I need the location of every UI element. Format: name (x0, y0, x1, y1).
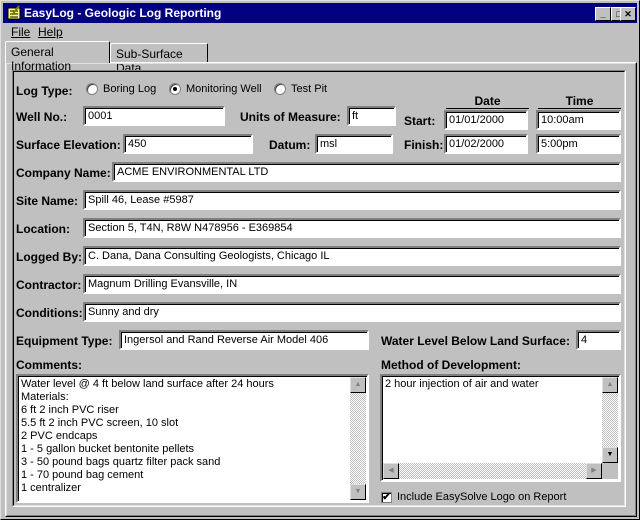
units-of-measure-label: Units of Measure: (240, 110, 341, 124)
surface-elevation-label: Surface Elevation: (16, 138, 121, 152)
method-of-development-label: Method of Development: (381, 358, 521, 372)
minimize-icon: _ (600, 9, 606, 19)
location-label: Location: (16, 222, 70, 236)
radio-test-pit[interactable]: Test Pit (274, 83, 327, 96)
include-logo-label: Include EasySolve Logo on Report (397, 491, 567, 503)
checkbox-checked-icon: ✔ (381, 491, 392, 503)
log-type-label: Log Type: (16, 84, 73, 98)
units-of-measure-input[interactable]: ft (347, 106, 396, 126)
logged-by-input[interactable]: C. Dana, Dana Consulting Geologists, Chi… (83, 246, 621, 266)
radio-circle (274, 83, 286, 96)
company-name-label: Company Name: (16, 166, 111, 180)
method-horizontal-scrollbar[interactable]: ◀ ▶ (383, 463, 602, 479)
scroll-up-button[interactable]: ▲ (350, 377, 366, 393)
close-button[interactable]: ✕ (620, 7, 636, 21)
radio-circle-selected (169, 83, 181, 96)
comments-textarea[interactable]: Water level @ 4 ft below land surface af… (16, 374, 369, 503)
datum-label: Datum: (269, 138, 311, 152)
time-column-header: Time (538, 94, 621, 109)
well-no-input[interactable]: 0001 (83, 106, 225, 126)
scroll-up-button[interactable]: ▲ (602, 377, 618, 393)
date-column-header: Date (446, 94, 529, 109)
start-time-input[interactable]: 10:00am (536, 110, 621, 130)
menu-file[interactable]: File (11, 25, 30, 39)
comments-text: Water level @ 4 ft below land surface af… (21, 378, 274, 494)
method-of-development-text: 2 hour injection of air and water (385, 378, 539, 390)
finish-date-input[interactable]: 01/02/2000 (444, 134, 528, 154)
notebook-app-icon (7, 5, 21, 20)
window-title: EasyLog - Geologic Log Reporting (24, 6, 222, 20)
scroll-right-icon: ▶ (591, 467, 597, 474)
conditions-input[interactable]: Sunny and dry (83, 302, 621, 322)
well-no-label: Well No.: (16, 110, 68, 124)
app-window: EasyLog - Geologic Log Reporting _ □ ✕ F… (0, 0, 640, 520)
start-label: Start: (404, 114, 436, 128)
menu-help[interactable]: Help (38, 25, 63, 39)
radio-circle (86, 83, 98, 96)
water-level-label: Water Level Below Land Surface: (381, 334, 570, 348)
scroll-up-icon: ▲ (606, 381, 614, 388)
menu-bar: File Help (3, 23, 637, 41)
contractor-label: Contractor: (16, 278, 82, 292)
finish-label: Finish: (404, 138, 444, 152)
company-name-input[interactable]: ACME ENVIRONMENTAL LTD (112, 162, 621, 182)
radio-monitoring-well[interactable]: Monitoring Well (169, 83, 262, 96)
method-of-development-textarea[interactable]: 2 hour injection of air and water ▲ ▼ ◀ … (380, 374, 621, 482)
location-input[interactable]: Section 5, T4N, R8W N478956 - E369854 (83, 218, 621, 238)
site-name-input[interactable]: Spill 46, Lease #5987 (83, 190, 621, 210)
tab-general-information[interactable]: General Information (5, 41, 110, 73)
include-logo-checkbox[interactable]: ✔ Include EasySolve Logo on Report (381, 491, 566, 503)
title-bar[interactable]: EasyLog - Geologic Log Reporting _ □ ✕ (3, 3, 637, 23)
scroll-right-button[interactable]: ▶ (586, 463, 602, 479)
water-level-input[interactable]: 4 (576, 330, 621, 350)
scrollbar-corner (602, 463, 618, 479)
scroll-down-button[interactable]: ▼ (350, 484, 366, 500)
scroll-left-icon: ◀ (388, 467, 394, 474)
scroll-up-icon: ▲ (354, 381, 362, 388)
finish-time-input[interactable]: 5:00pm (536, 134, 621, 154)
method-vertical-scrollbar[interactable]: ▲ ▼ (602, 377, 618, 463)
datum-input[interactable]: msl (315, 134, 393, 154)
scroll-down-icon: ▼ (354, 488, 362, 495)
start-date-input[interactable]: 01/01/2000 (444, 110, 528, 130)
scroll-left-button[interactable]: ◀ (383, 463, 399, 479)
comments-label: Comments: (16, 358, 83, 372)
radio-boring-log[interactable]: Boring Log (86, 83, 156, 96)
minimize-button[interactable]: _ (595, 7, 611, 21)
scroll-down-icon: ▼ (606, 451, 614, 458)
surface-elevation-input[interactable]: 450 (123, 134, 253, 154)
close-icon: ✕ (624, 9, 632, 19)
tab-label: General Information (11, 45, 72, 73)
tab-sub-surface-data[interactable]: Sub-Surface Data (110, 43, 208, 75)
equipment-type-input[interactable]: Ingersol and Rand Reverse Air Model 406 (119, 330, 369, 350)
equipment-type-label: Equipment Type: (16, 334, 113, 348)
contractor-input[interactable]: Magnum Drilling Evansville, IN (83, 274, 621, 294)
site-name-label: Site Name: (16, 194, 79, 208)
comments-vertical-scrollbar[interactable]: ▲ ▼ (350, 377, 366, 500)
scroll-down-button[interactable]: ▼ (602, 447, 618, 463)
conditions-label: Conditions: (16, 306, 83, 320)
logged-by-label: Logged By: (16, 250, 82, 264)
